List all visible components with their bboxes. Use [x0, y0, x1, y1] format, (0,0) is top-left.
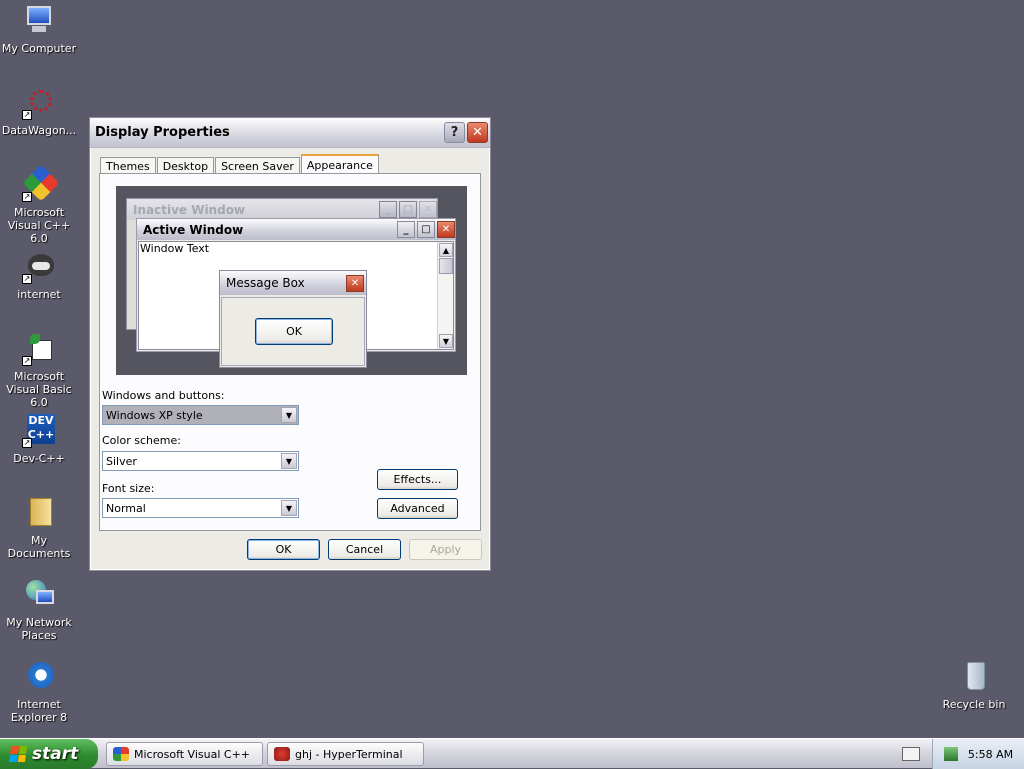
close-icon: ✕ — [419, 201, 437, 218]
chevron-down-icon[interactable]: ▼ — [281, 500, 297, 516]
color-scheme-label: Color scheme: — [102, 434, 181, 447]
cancel-button[interactable]: Cancel — [328, 539, 401, 560]
help-icon: ? — [450, 125, 459, 140]
desktop-icon-label: DataWagon... — [1, 124, 77, 137]
taskbar-item-label: ghj - HyperTerminal — [295, 747, 403, 761]
active-window-title: Active Window — [143, 222, 244, 237]
taskbar-item-hyperterminal[interactable]: ghj - HyperTerminal — [267, 742, 424, 766]
desktop-icon-label: My Documents — [7, 534, 71, 560]
system-tray: 5:58 AM — [932, 739, 1024, 769]
network-tray-icon[interactable] — [943, 747, 958, 761]
computer-icon — [22, 4, 56, 38]
minimize-icon: _ — [379, 201, 397, 218]
desktop-icon-label: internet — [17, 288, 61, 301]
ok-button[interactable]: OK — [247, 539, 320, 560]
font-size-select[interactable]: Normal ▼ — [102, 498, 299, 518]
window-text: Window Text — [140, 242, 210, 255]
visual-basic-icon: ↗ — [22, 332, 56, 366]
desktop-icon-my-computer[interactable]: My Computer — [0, 4, 78, 55]
desktop-icon-my-documents[interactable]: My Documents — [0, 496, 78, 560]
font-size-label: Font size: — [102, 482, 155, 495]
clock: 5:58 AM — [967, 747, 1014, 761]
message-box-title: Message Box — [226, 276, 305, 290]
desktop-icon-label: Microsoft Visual C++ 6.0 — [7, 206, 71, 245]
windows-buttons-value: Windows XP style — [106, 408, 203, 422]
close-icon: ✕ — [472, 125, 483, 140]
hyperterminal-icon — [274, 747, 290, 761]
recycle-bin-icon — [957, 660, 991, 694]
desktop-icon-visual-cpp[interactable]: ↗ Microsoft Visual C++ 6.0 — [0, 164, 78, 245]
close-icon: ✕ — [346, 274, 364, 292]
desktop-icon-label: My Computer — [1, 42, 77, 55]
chevron-down-icon[interactable]: ▼ — [281, 453, 297, 469]
desktop-icon-visual-basic[interactable]: ↗ Microsoft Visual Basic 6.0 — [0, 332, 78, 409]
apply-button[interactable]: Apply — [409, 539, 482, 560]
windows-buttons-select[interactable]: Windows XP style ▼ — [102, 405, 299, 425]
desktop-icon-label: Internet Explorer 8 — [10, 698, 68, 724]
preview-ok-button: OK — [255, 318, 333, 345]
close-button[interactable]: ✕ — [467, 122, 488, 143]
preview-active-window: Active Window _ □ ✕ Window Text ▲ ▼ Mess… — [136, 218, 456, 368]
close-icon: ✕ — [437, 221, 455, 238]
appearance-panel: Inactive Window _ □ ✕ Active Window _ □ … — [99, 173, 481, 531]
devcpp-icon: DEV C++ ↗ — [22, 414, 55, 448]
keyboard-icon[interactable] — [902, 747, 920, 761]
chevron-down-icon[interactable]: ▼ — [281, 407, 297, 423]
folder-icon — [22, 496, 56, 530]
desktop-icon-datawagon[interactable]: ↗ DataWagon... — [0, 86, 78, 137]
start-button[interactable]: start — [0, 739, 98, 769]
raccoon-icon: ↗ — [22, 250, 56, 284]
effects-button[interactable]: Effects... — [377, 469, 458, 490]
desktop-icon-label: Recycle bin — [942, 698, 1006, 711]
desktop-icon-recycle-bin[interactable]: Recycle bin — [935, 660, 1013, 711]
taskbar: start Microsoft Visual C++ ghj - HyperTe… — [0, 738, 1024, 769]
desktop-icon-internet-explorer[interactable]: Internet Explorer 8 — [0, 660, 78, 724]
preview-message-box: Message Box ✕ OK — [219, 270, 367, 368]
datawagon-icon: ↗ — [22, 86, 56, 120]
display-properties-dialog: Display Properties ? ✕ Themes Desktop Sc… — [89, 117, 491, 571]
help-button[interactable]: ? — [444, 122, 465, 143]
color-scheme-select[interactable]: Silver ▼ — [102, 451, 299, 471]
visual-cpp-icon — [113, 747, 129, 761]
desktop-icon-label: Microsoft Visual Basic 6.0 — [6, 370, 72, 409]
network-icon — [22, 578, 56, 612]
maximize-icon: □ — [417, 221, 435, 238]
scroll-up-icon: ▲ — [439, 243, 453, 257]
font-size-value: Normal — [106, 501, 146, 515]
inactive-window-title: Inactive Window — [133, 202, 246, 217]
desktop-icon-network-places[interactable]: My Network Places — [0, 578, 78, 642]
windows-buttons-label: Windows and buttons: — [102, 389, 225, 402]
windows-flag-icon — [8, 746, 28, 762]
visual-cpp-icon: ↗ — [22, 164, 60, 202]
desktop-icon-devcpp[interactable]: DEV C++ ↗ Dev-C++ — [0, 414, 78, 465]
maximize-icon: □ — [399, 201, 417, 218]
dialog-titlebar[interactable]: Display Properties ? ✕ — [90, 118, 490, 148]
start-label: start — [32, 744, 79, 764]
desktop-icon-label: My Network Places — [6, 616, 72, 642]
taskbar-item-label: Microsoft Visual C++ — [134, 747, 251, 761]
appearance-preview: Inactive Window _ □ ✕ Active Window _ □ … — [116, 186, 467, 375]
preview-scrollbar: ▲ ▼ — [437, 242, 453, 349]
desktop-icon-internet[interactable]: ↗ internet — [0, 250, 78, 301]
advanced-button[interactable]: Advanced — [377, 498, 458, 519]
taskbar-item-visual-cpp[interactable]: Microsoft Visual C++ — [106, 742, 263, 766]
desktop-icon-label: Dev-C++ — [13, 452, 65, 465]
preview-window-body: Window Text ▲ ▼ Message Box ✕ OK — [138, 241, 454, 368]
ie-icon — [22, 660, 56, 694]
minimize-icon: _ — [397, 221, 415, 238]
dialog-title: Display Properties — [95, 125, 230, 140]
scroll-down-icon: ▼ — [439, 334, 453, 348]
color-scheme-value: Silver — [106, 454, 137, 468]
scroll-thumb — [439, 258, 453, 274]
